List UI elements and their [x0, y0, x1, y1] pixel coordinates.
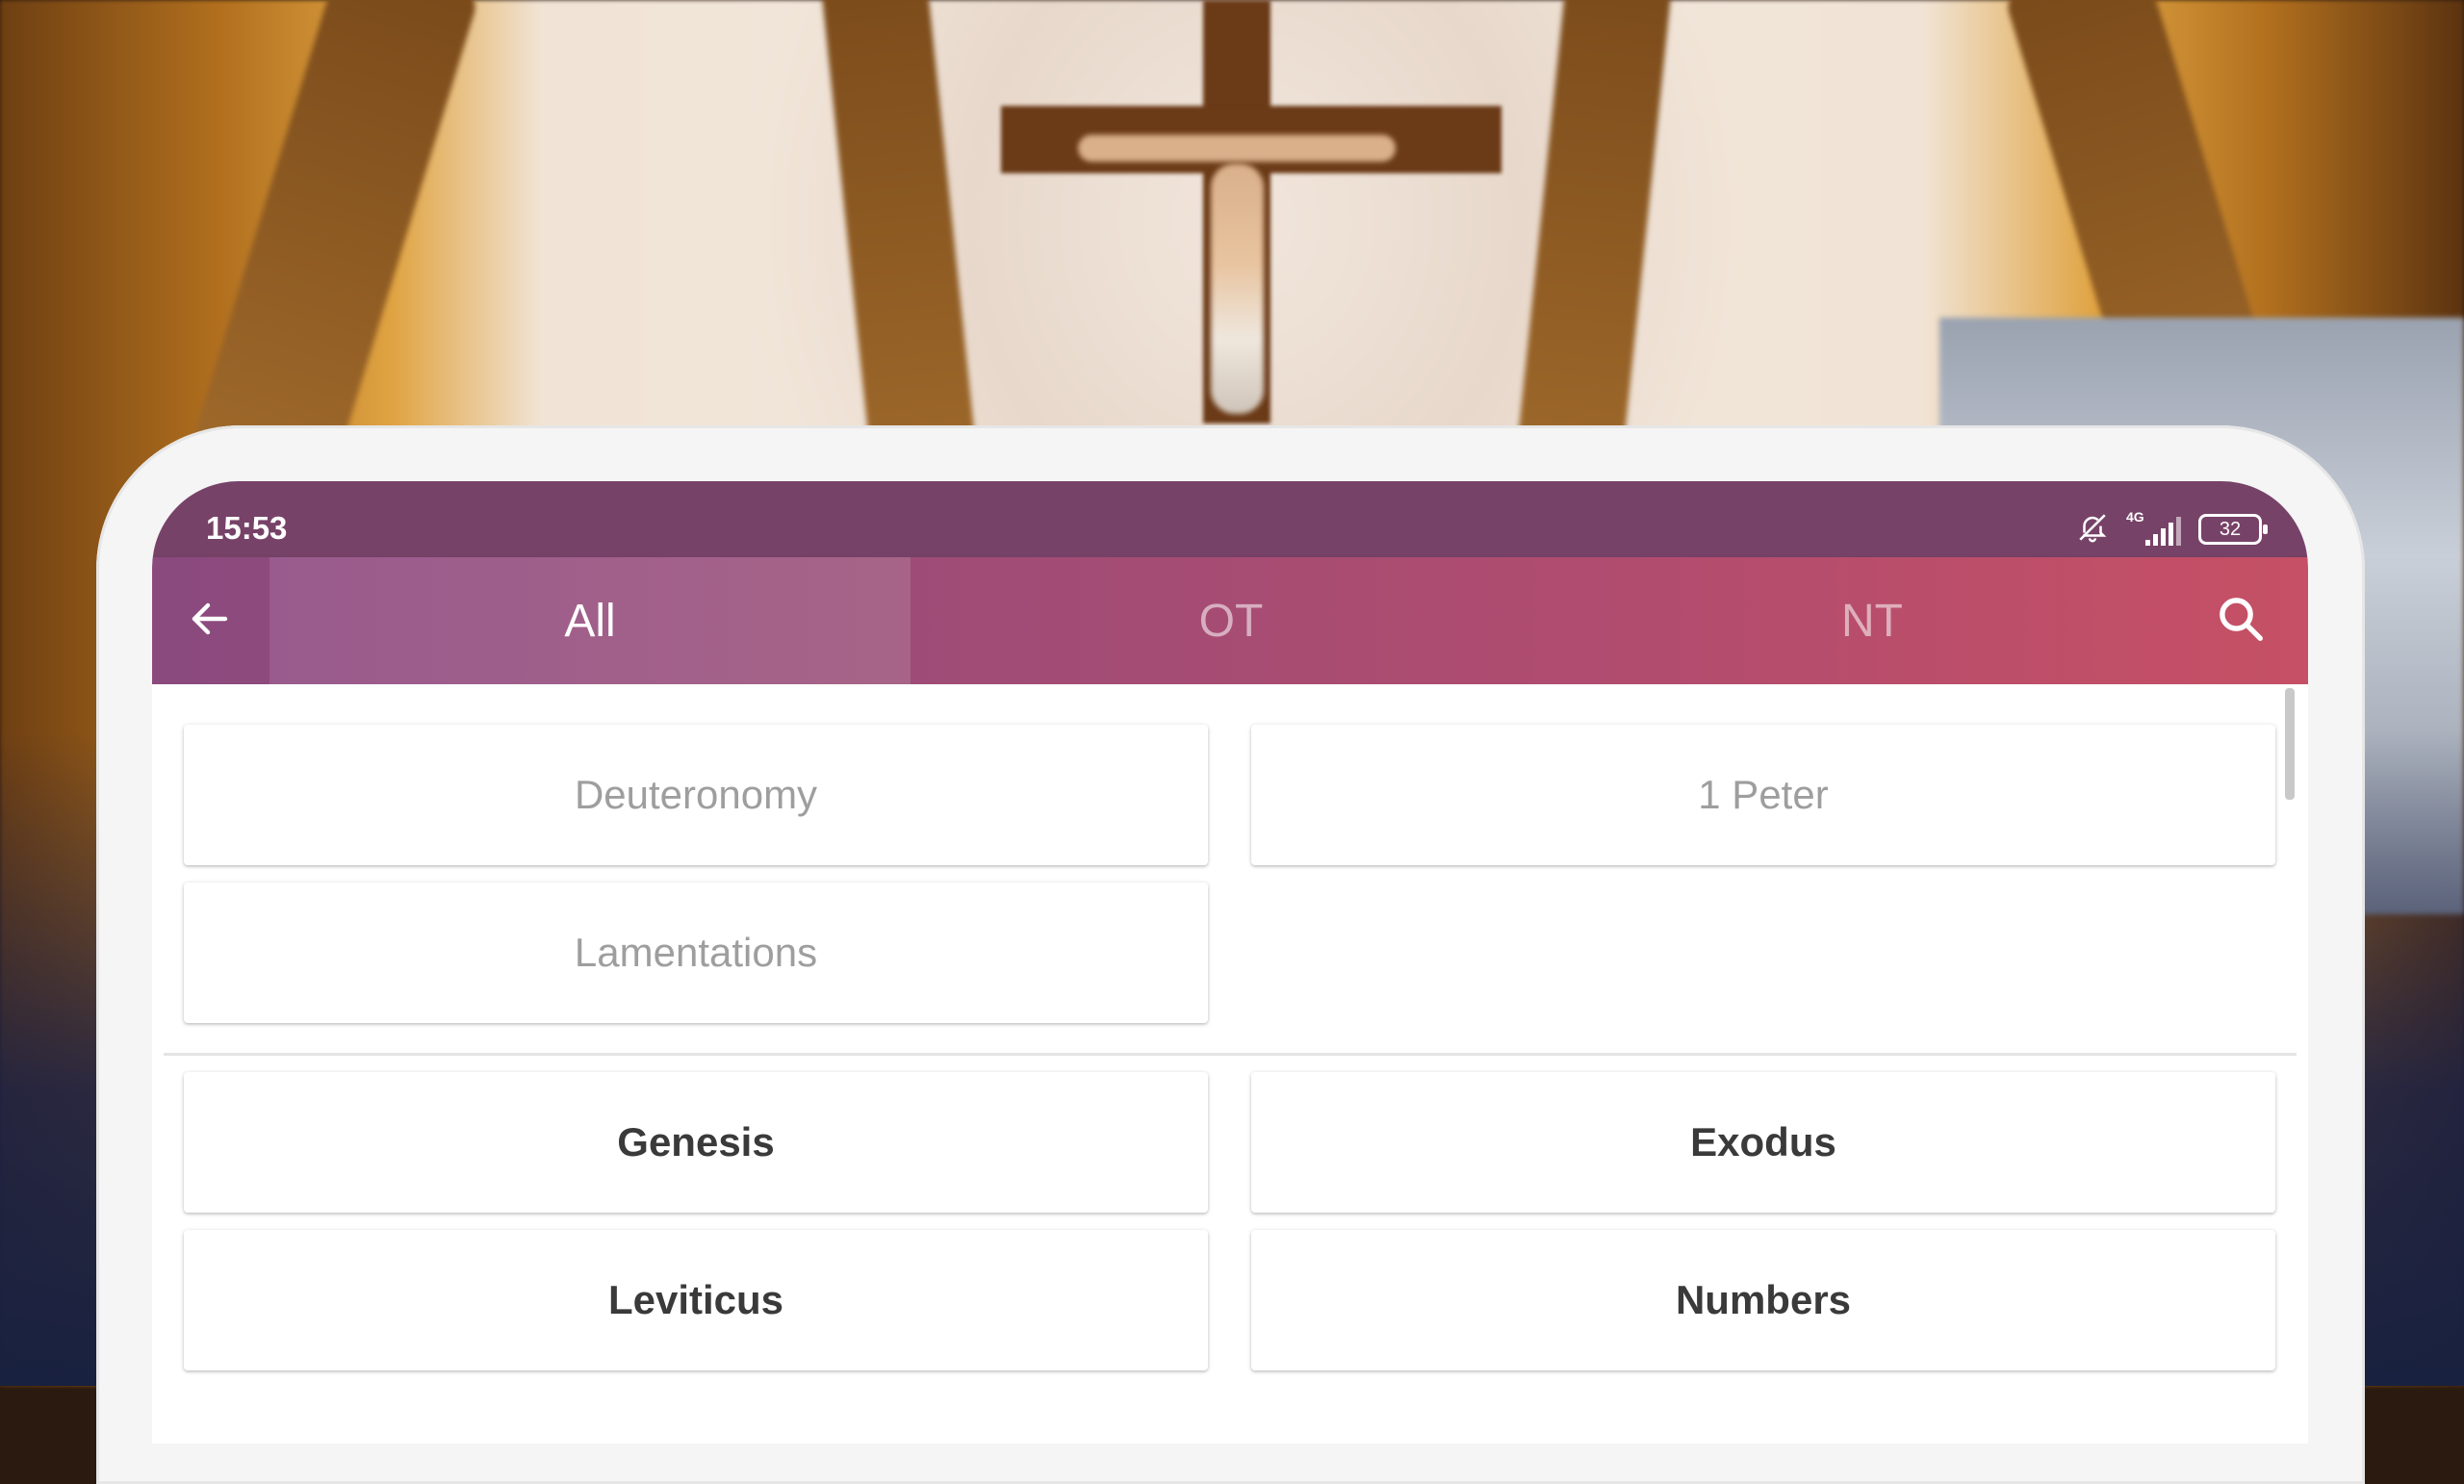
scrollbar[interactable] — [2285, 688, 2295, 800]
search-button[interactable] — [2193, 557, 2289, 684]
battery-icon: 32 — [2198, 514, 2268, 545]
tab-nt[interactable]: NT — [1552, 557, 2193, 684]
bell-muted-icon — [2076, 511, 2109, 549]
book-card[interactable]: Leviticus — [184, 1230, 1208, 1370]
network-type-label: 4G — [2126, 509, 2144, 525]
app-bar: All OT NT — [152, 557, 2308, 684]
book-list[interactable]: Deuteronomy 1 Peter Lamentations Genesis… — [152, 684, 2308, 1444]
book-card[interactable]: Numbers — [1251, 1230, 2275, 1370]
book-card[interactable]: Exodus — [1251, 1072, 2275, 1213]
book-card[interactable]: Genesis — [184, 1072, 1208, 1213]
tab-all[interactable]: All — [270, 557, 911, 684]
recent-book-card[interactable]: Lamentations — [184, 883, 1208, 1023]
status-time: 15:53 — [206, 510, 288, 546]
arrow-left-icon — [187, 596, 233, 647]
signal-icon: 4G — [2126, 509, 2181, 546]
back-button[interactable] — [152, 557, 268, 684]
tab-ot[interactable]: OT — [911, 557, 1552, 684]
crucifix-figure-arms — [1078, 135, 1396, 162]
recent-book-card[interactable]: Deuteronomy — [184, 725, 1208, 865]
search-icon — [2215, 593, 2267, 650]
status-icons: 4G 32 — [2076, 509, 2268, 549]
status-bar: 15:53 4G 32 — [152, 481, 2308, 557]
phone-screen: 15:53 4G 32 All OT NT Deuteronomy 1 Pete… — [152, 481, 2308, 1444]
crucifix-figure — [1211, 164, 1264, 414]
section-divider — [164, 1053, 2297, 1056]
recent-book-card[interactable]: 1 Peter — [1251, 725, 2275, 865]
